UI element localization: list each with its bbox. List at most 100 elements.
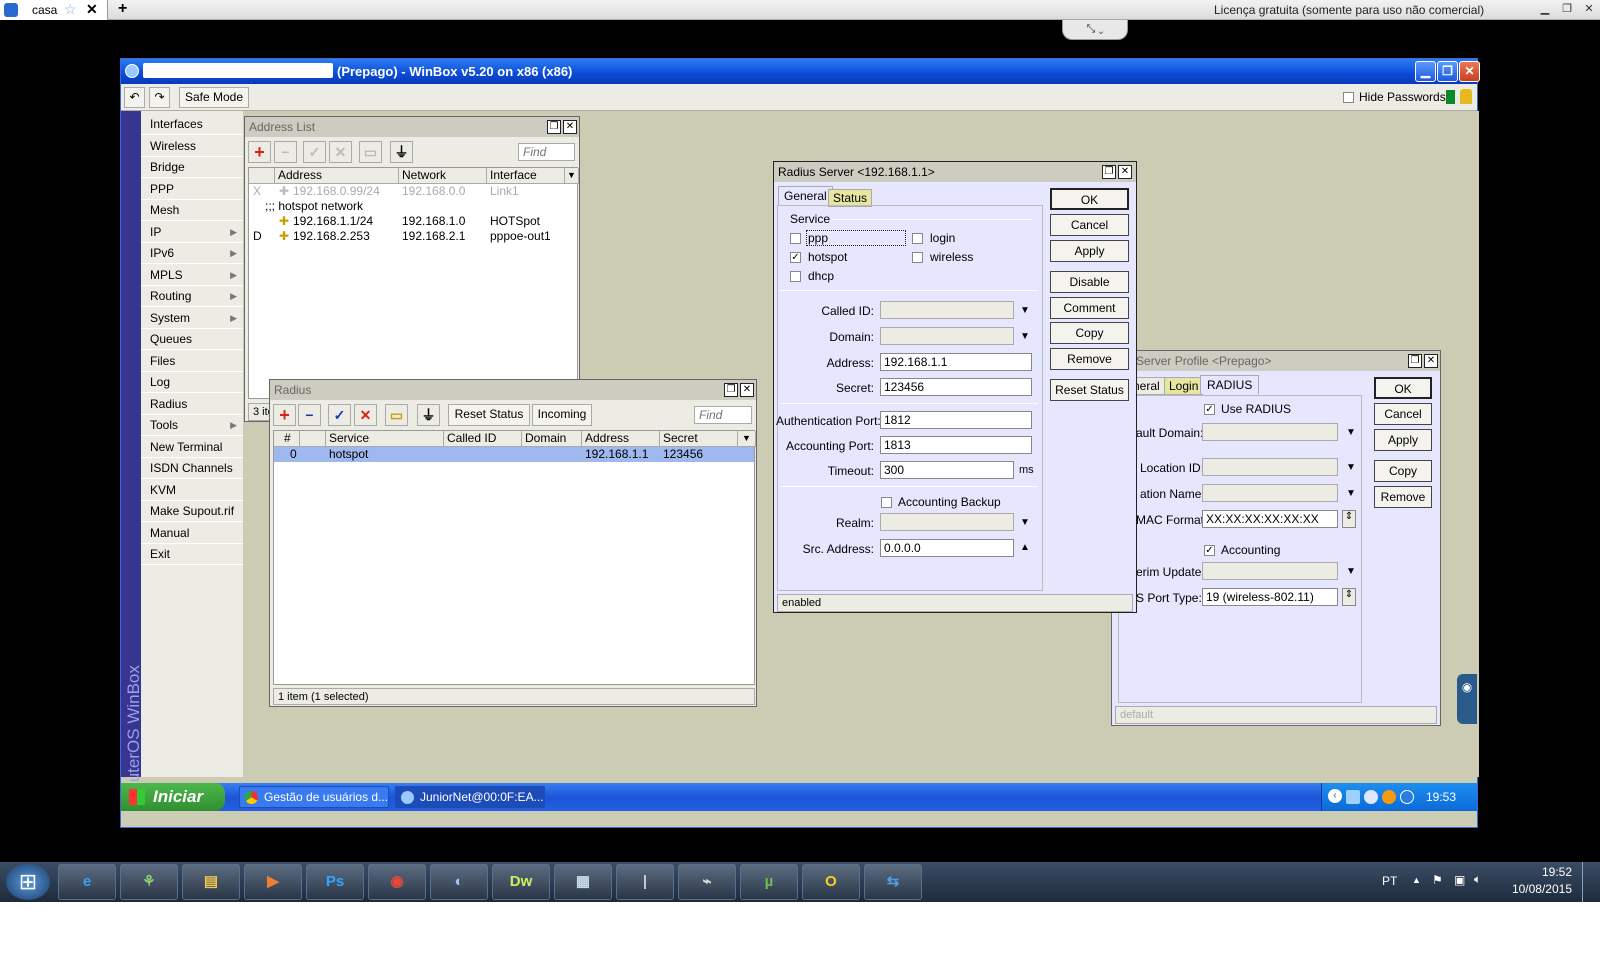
ok-button[interactable]: OK [1374,377,1432,399]
calculator-icon[interactable]: ▦ [554,864,612,900]
col-address[interactable]: Address [582,431,660,447]
radius-find-input[interactable] [694,406,752,424]
viewer-tab[interactable]: casa ☆ ✕ [0,0,108,20]
dropdown-arrow-icon[interactable]: ▼ [1020,517,1030,528]
col-secret[interactable]: Secret [660,431,738,447]
menu-item-radius[interactable]: Radius [141,394,243,415]
spin-icon[interactable]: ⇕ [1342,588,1356,606]
undo-icon[interactable]: ↶ [124,87,145,108]
filter-icon[interactable]: ⏚ [417,404,440,426]
cancel-button[interactable]: Cancel [1050,214,1129,236]
apply-button[interactable]: Apply [1374,429,1432,451]
remove-button[interactable]: Remove [1374,486,1432,508]
maximize-icon[interactable]: ❐ [1102,165,1116,179]
menu-item-system[interactable]: System ▶ [141,308,243,329]
ok-button[interactable]: OK [1050,188,1129,210]
timeout-field[interactable]: 300 [880,461,1014,479]
secret-field[interactable]: 123456 [880,378,1032,396]
spin-icon[interactable]: ⇕ [1342,510,1356,528]
hotspot-profile-titlebar[interactable]: pot Server Profile <Prepago> [1112,351,1440,371]
col-network[interactable]: Network [399,168,487,184]
dropdown-arrow-icon[interactable]: ▼ [1020,331,1030,342]
menu-item-ipv6[interactable]: IPv6 ▶ [141,243,243,264]
menu-item-queues[interactable]: Queues [141,329,243,350]
close-icon[interactable]: ✕ [1424,354,1438,368]
volume-icon[interactable]: 🔈︎ [1474,872,1481,887]
menu-item-wireless[interactable]: Wireless [141,136,243,157]
dropdown-arrow-icon[interactable]: ▼ [1346,566,1356,577]
location-id-field[interactable] [1202,458,1338,476]
pendrive-icon[interactable]: ⚘ [120,864,178,900]
mac-format-field[interactable]: XX:XX:XX:XX:XX:XX [1202,510,1338,528]
teamviewer-icon[interactable]: ⇆ [864,864,922,900]
close-icon[interactable]: ✕ [1118,165,1132,179]
copy-button[interactable]: Copy [1374,460,1432,482]
disable-icon[interactable]: ✕ [354,404,377,426]
show-hidden-icons-icon[interactable]: ▲ [1412,875,1421,885]
column-menu-icon[interactable]: ▼ [738,431,756,447]
start-orb-icon[interactable]: ⊞ [6,864,50,900]
acct-port-field[interactable]: 1813 [880,436,1032,454]
winbox-icon[interactable]: ◐ [430,864,488,900]
reset-status-button[interactable]: Reset Status [448,404,530,426]
ppp-checkbox[interactable] [790,233,801,244]
accounting-backup-checkbox[interactable] [881,497,892,508]
src-address-field[interactable]: 0.0.0.0 [880,539,1014,557]
remove-button[interactable]: Remove [1050,348,1129,370]
dreamweaver-icon[interactable]: Dw [492,864,550,900]
cancel-button[interactable]: Cancel [1374,403,1432,425]
chrome-icon[interactable]: ◉ [368,864,426,900]
menu-item-make-supout-rif[interactable]: Make Supout.rif [141,501,243,522]
col-interface[interactable]: Interface [487,168,565,184]
show-desktop-button[interactable] [1582,862,1596,902]
close-icon[interactable]: ✕ [563,120,577,134]
table-row[interactable]: D ✚ 192.168.2.253 192.168.2.1 pppoe-out1 [249,229,577,244]
collapse-arrow-icon[interactable]: ▲ [1020,542,1030,553]
dhcp-checkbox[interactable] [790,271,801,282]
teamviewer-tray-icon[interactable] [1364,790,1378,804]
menu-item-isdn-channels[interactable]: ISDN Channels [141,458,243,479]
close-icon[interactable]: ✕ [740,383,754,397]
viewer-toolbar-handle[interactable]: ⤡ ⌄ [1062,20,1128,40]
menu-item-interfaces[interactable]: Interfaces [141,114,243,135]
apply-button[interactable]: Apply [1050,240,1129,262]
col-address[interactable]: Address [275,168,399,184]
filter-icon[interactable]: ⏚ [390,141,413,163]
comment-icon[interactable]: ▭ [359,141,382,163]
called-id-field[interactable] [880,301,1014,319]
enable-icon[interactable]: ✓ [328,404,351,426]
interim-update-field[interactable] [1202,562,1338,580]
tab-radius[interactable]: RADIUS [1200,375,1260,394]
menu-item-mpls[interactable]: MPLS ▶ [141,265,243,286]
menu-item-kvm[interactable]: KVM [141,480,243,501]
disable-icon[interactable]: ✕ [329,141,352,163]
realm-field[interactable] [880,513,1014,531]
comment-button[interactable]: Comment [1050,297,1129,319]
remove-icon[interactable]: − [298,404,321,426]
remove-icon[interactable]: − [274,141,297,163]
address-list-titlebar[interactable]: Address List [245,117,579,137]
explorer-icon[interactable]: ▤ [182,864,240,900]
star-icon[interactable]: ☆ [64,1,77,18]
wireless-checkbox[interactable] [912,252,923,263]
redo-icon[interactable]: ↷ [149,87,170,108]
dropdown-arrow-icon[interactable]: ▼ [1346,427,1356,438]
clock-date[interactable]: 10/08/2015 [1498,882,1572,896]
minimize-button[interactable]: ▁ [1415,61,1436,82]
o-app-icon[interactable]: O [802,864,860,900]
enable-icon[interactable]: ✓ [303,141,326,163]
location-name-field[interactable] [1202,484,1338,502]
menu-item-exit[interactable]: Exit [141,544,243,565]
add-icon[interactable]: + [273,404,296,426]
menu-item-bridge[interactable]: Bridge [141,157,243,178]
default-domain-field[interactable] [1202,423,1338,441]
incoming-button[interactable]: Incoming [532,404,592,426]
col-service[interactable]: Service [326,431,444,447]
close-icon[interactable]: ✕ [1578,2,1600,18]
menu-item-new-terminal[interactable]: New Terminal [141,437,243,458]
close-button[interactable]: ✕ [1459,61,1480,82]
login-checkbox[interactable] [912,233,923,244]
menu-item-mesh[interactable]: Mesh [141,200,243,221]
col-num[interactable]: # [274,431,300,447]
restore-icon[interactable]: ❐ [1556,2,1578,18]
